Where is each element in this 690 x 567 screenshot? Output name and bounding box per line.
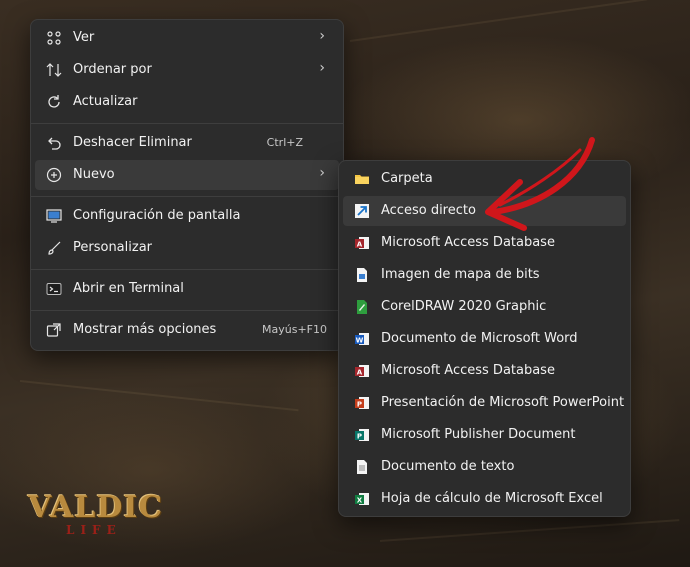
logo-text: VALDIC	[28, 490, 164, 525]
annotation-arrow	[485, 137, 595, 231]
logo-subtext: LIFE	[66, 523, 122, 537]
watermark-logo: VALDIC LIFE	[28, 490, 164, 538]
